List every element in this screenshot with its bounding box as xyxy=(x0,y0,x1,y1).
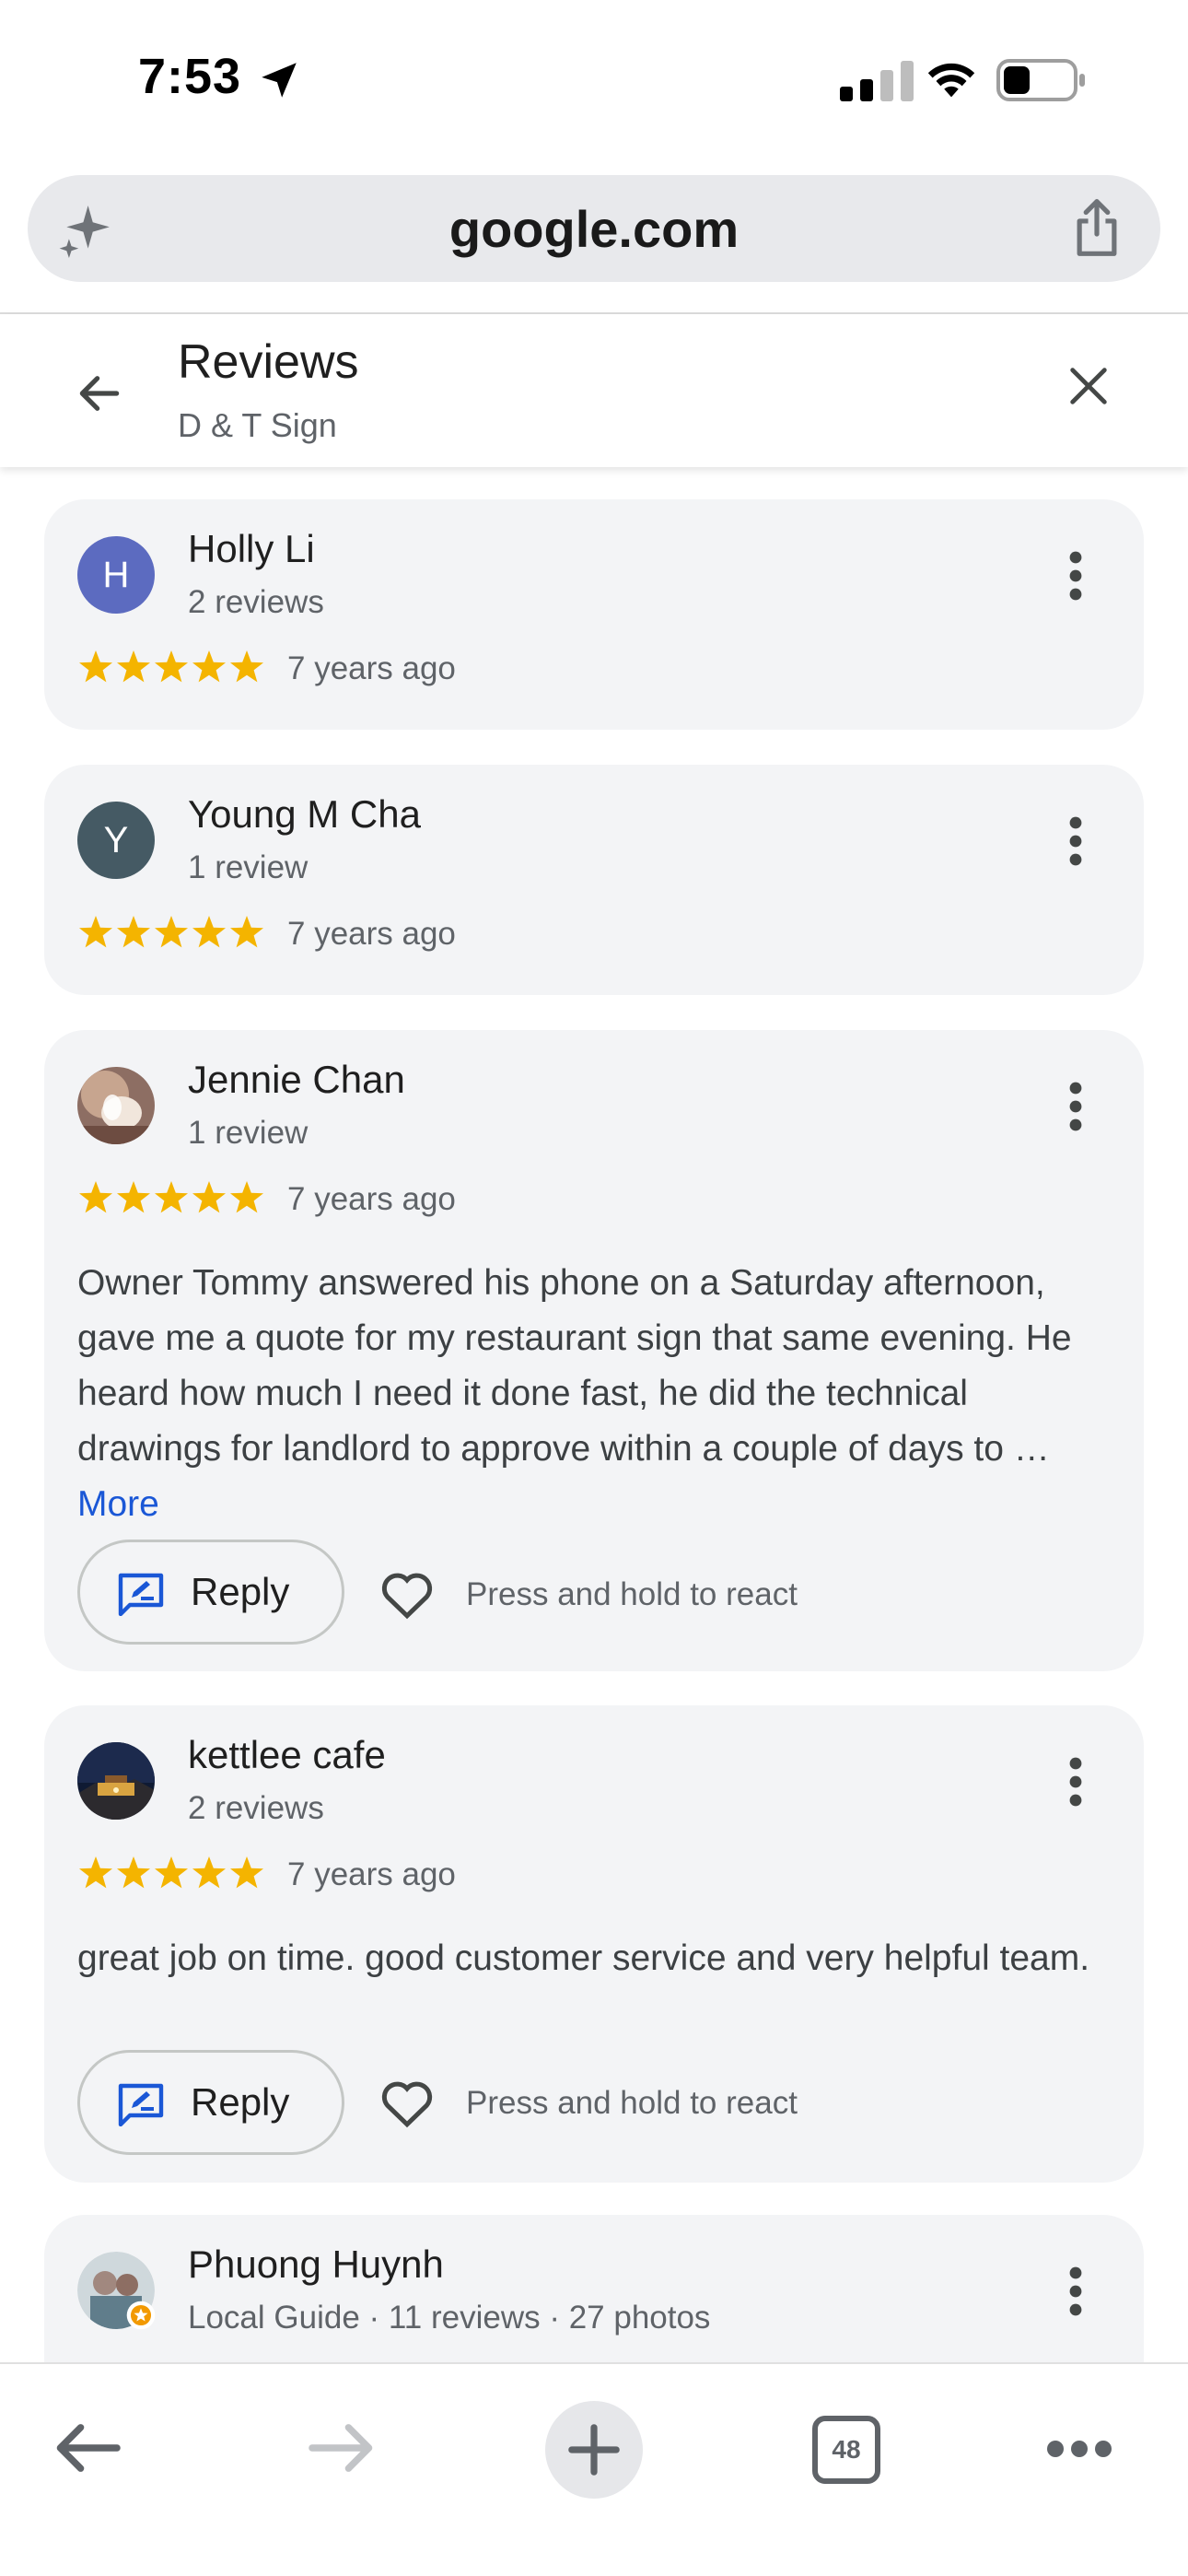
avatar[interactable]: Y xyxy=(77,802,155,879)
more-options-icon[interactable] xyxy=(1066,2266,1085,2317)
review-card: Jennie Chan 1 review 7 years ago Owner T… xyxy=(44,1030,1144,1671)
close-icon[interactable] xyxy=(1065,362,1112,410)
reply-button[interactable]: Reply xyxy=(77,2050,344,2155)
avatar-photo xyxy=(77,1742,155,1820)
review-text: great job on time. good customer service… xyxy=(77,1938,1090,1978)
star-rating xyxy=(79,650,263,683)
reviews-list[interactable]: H Holly Li 2 reviews 7 years ago Y Young… xyxy=(0,467,1188,2362)
reviewer-name[interactable]: Phuong Huynh xyxy=(188,2242,444,2287)
reviewer-name[interactable]: Holly Li xyxy=(188,527,315,571)
tab-switcher-button[interactable]: 48 xyxy=(812,2416,880,2484)
react-hint: Press and hold to react xyxy=(466,2085,798,2121)
review-text: Owner Tommy answered his phone on a Satu… xyxy=(77,1256,1118,1532)
browser-toolbar: 48 xyxy=(0,2362,1188,2576)
review-time: 7 years ago xyxy=(287,916,456,952)
back-arrow-icon[interactable] xyxy=(74,368,125,419)
avatar-photo xyxy=(77,1067,155,1144)
reviews-header: Reviews D & T Sign xyxy=(0,314,1188,467)
reviewer-name[interactable]: kettlee cafe xyxy=(188,1733,386,1777)
star-rating xyxy=(79,916,263,948)
more-options-icon[interactable] xyxy=(1066,1081,1085,1132)
forward-icon[interactable] xyxy=(308,2419,376,2476)
review-time: 7 years ago xyxy=(287,1856,456,1892)
more-options-icon[interactable] xyxy=(1066,1756,1085,1808)
avatar[interactable] xyxy=(77,2252,156,2330)
review-card: kettlee cafe 2 reviews 7 years ago great… xyxy=(44,1705,1144,2183)
page-title: Reviews xyxy=(178,335,359,389)
reply-label: Reply xyxy=(191,1570,290,1613)
more-options-icon[interactable] xyxy=(1066,550,1085,602)
url-text[interactable]: google.com xyxy=(28,199,1160,259)
reply-edit-icon xyxy=(118,2083,164,2126)
address-bar[interactable]: google.com xyxy=(28,175,1160,282)
reply-label: Reply xyxy=(191,2080,290,2124)
share-icon[interactable] xyxy=(1070,197,1124,258)
more-link[interactable]: More xyxy=(77,1484,159,1524)
avatar[interactable] xyxy=(77,1067,155,1144)
wifi-icon xyxy=(927,63,975,98)
reviewer-name[interactable]: Young M Cha xyxy=(188,792,421,837)
reviewer-meta: Local Guide · 11 reviews · 27 photos xyxy=(188,2300,711,2336)
react-hint: Press and hold to react xyxy=(466,1576,798,1612)
local-guide-badge-icon xyxy=(126,2301,156,2330)
heart-icon[interactable] xyxy=(379,1568,435,1620)
star-rating xyxy=(79,1856,263,1889)
heart-icon[interactable] xyxy=(379,2077,435,2128)
review-time: 7 years ago xyxy=(287,650,456,686)
reviewer-meta: 1 review xyxy=(188,849,309,885)
reviewer-meta: 2 reviews xyxy=(188,1790,324,1826)
battery-icon xyxy=(996,59,1085,101)
more-menu-icon[interactable] xyxy=(1046,2438,1112,2460)
more-options-icon[interactable] xyxy=(1066,815,1085,867)
plus-icon xyxy=(568,2424,620,2476)
new-tab-button[interactable] xyxy=(545,2401,643,2499)
reply-edit-icon xyxy=(118,1573,164,1616)
status-bar: 7:53 xyxy=(0,0,1188,157)
avatar[interactable]: H xyxy=(77,536,155,614)
review-card: H Holly Li 2 reviews 7 years ago xyxy=(44,499,1144,730)
avatar[interactable] xyxy=(77,1742,155,1820)
location-arrow-icon xyxy=(262,63,297,98)
reply-button[interactable]: Reply xyxy=(77,1540,344,1645)
review-card: Phuong Huynh Local Guide · 11 reviews · … xyxy=(44,2215,1144,2362)
reviewer-meta: 2 reviews xyxy=(188,584,324,620)
review-time: 7 years ago xyxy=(287,1181,456,1217)
business-name: D & T Sign xyxy=(178,406,337,444)
review-card: Y Young M Cha 1 review 7 years ago xyxy=(44,765,1144,995)
reviewer-name[interactable]: Jennie Chan xyxy=(188,1058,405,1102)
star-rating xyxy=(79,1181,263,1213)
review-body: Owner Tommy answered his phone on a Satu… xyxy=(77,1263,1072,1469)
status-time: 7:53 xyxy=(138,49,242,104)
back-icon[interactable] xyxy=(53,2419,122,2476)
reviewer-meta: 1 review xyxy=(188,1115,309,1151)
cellular-signal-icon xyxy=(840,61,914,101)
